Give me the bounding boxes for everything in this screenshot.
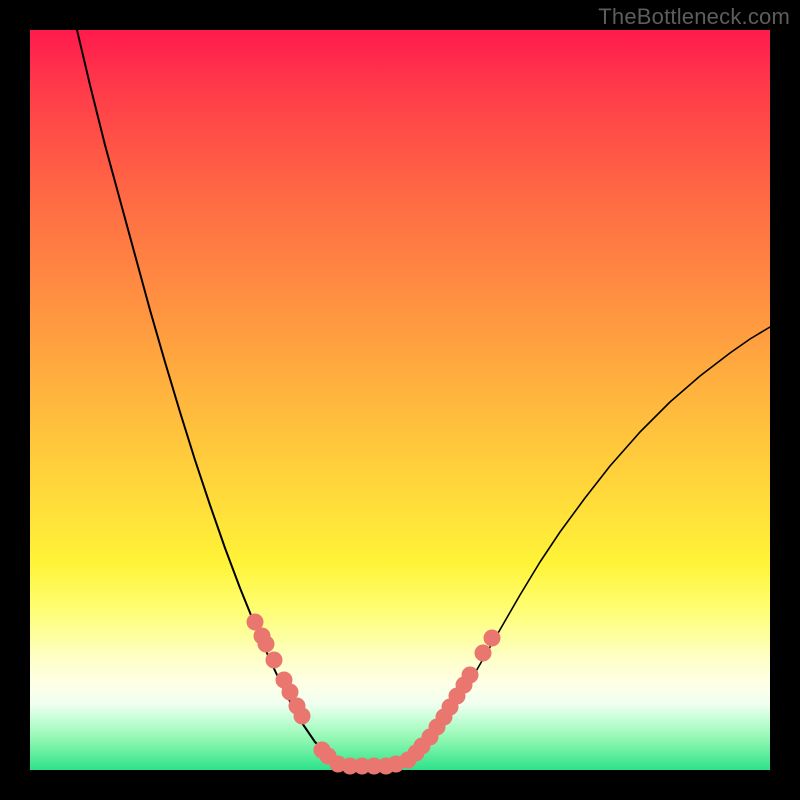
data-dot (294, 708, 311, 725)
curve-layer (30, 30, 770, 770)
watermark-text: TheBottleneck.com (598, 4, 790, 30)
outer-frame: TheBottleneck.com (0, 0, 800, 800)
data-dot (258, 636, 275, 653)
data-dot (462, 667, 479, 684)
data-dot (484, 630, 501, 647)
plot-area (30, 30, 770, 770)
data-dot (266, 652, 283, 669)
data-dot (475, 645, 492, 662)
data-dots (247, 614, 501, 775)
bottleneck-curve (77, 30, 770, 766)
